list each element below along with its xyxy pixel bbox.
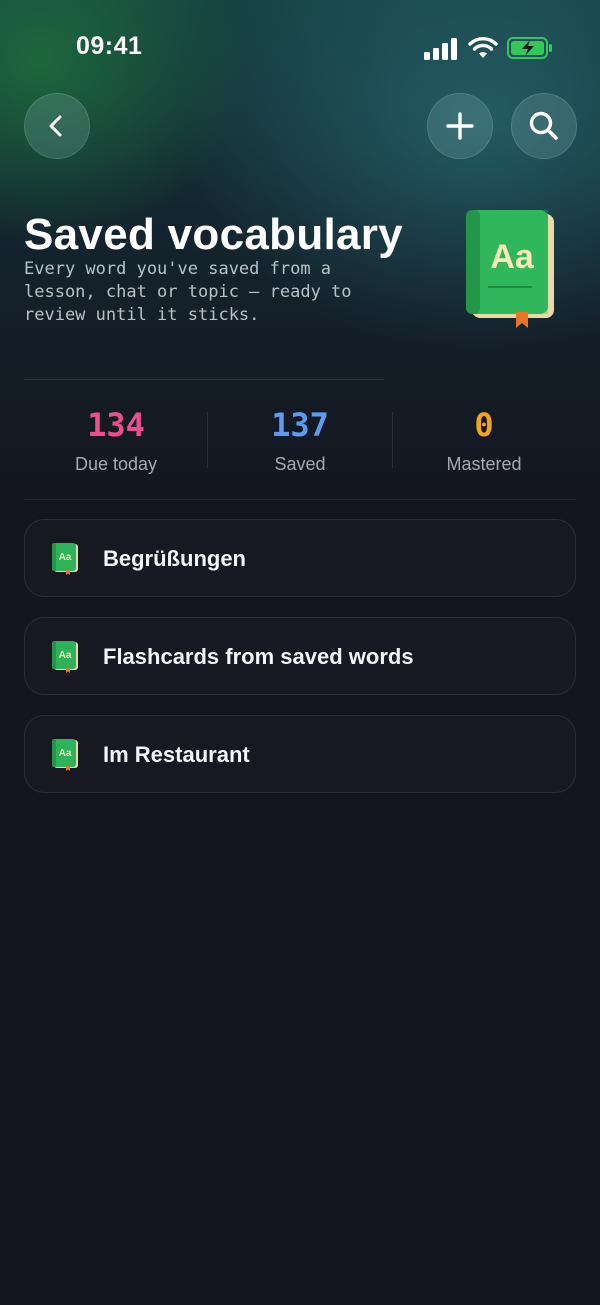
page-title: Saved vocabulary [24,210,403,259]
list-item-begruessungen[interactable]: Aa Begrüßungen [24,519,576,597]
wifi-icon [468,37,498,58]
vocabulary-book-icon: Aa [52,641,78,673]
search-icon [529,111,558,140]
svg-text:Aa: Aa [59,650,72,661]
divider [24,379,384,380]
vocabulary-list: Aa Begrüßungen Aa Flashcards from saved … [24,519,576,813]
page-subtitle: Every word you've saved from a lesson, c… [24,259,352,325]
stat-value: 134 [87,406,145,444]
back-button[interactable] [24,93,90,159]
list-item-label: Im Restaurant [103,742,250,767]
svg-text:Aa: Aa [59,552,72,563]
stats-row: 134 Due today 137 Saved 0 Mastered [24,392,576,492]
stat-label: Saved [274,454,326,474]
stat-saved: 137 Saved [208,392,392,492]
stat-value: 137 [271,406,329,444]
list-item-im-restaurant[interactable]: Aa Im Restaurant [24,715,576,793]
divider [24,499,576,500]
stat-mastered: 0 Mastered [392,392,576,492]
svg-text:Aa: Aa [59,748,72,759]
status-time: 09:41 [76,32,143,60]
stat-due-today: 134 Due today [24,392,208,492]
list-item-label: Flashcards from saved words [103,644,414,669]
chevron-left-icon [49,115,62,137]
stat-label: Due today [74,454,158,474]
vocabulary-book-icon: Aa [52,543,78,575]
plus-icon [446,112,474,140]
stat-label: Mastered [446,454,522,474]
add-button[interactable] [427,93,493,159]
search-button[interactable] [511,93,577,159]
stat-value: 0 [474,406,494,444]
battery-charging-icon [507,37,552,59]
list-item-label: Begrüßungen [103,546,246,571]
vocabulary-book-icon: Aa [52,739,78,771]
cellular-signal-icon [424,38,457,60]
status-bar: 09:41 [0,0,600,96]
vocabulary-book-icon: Aa [466,210,554,328]
svg-text:Aa: Aa [490,238,535,276]
list-item-flashcards[interactable]: Aa Flashcards from saved words [24,617,576,695]
